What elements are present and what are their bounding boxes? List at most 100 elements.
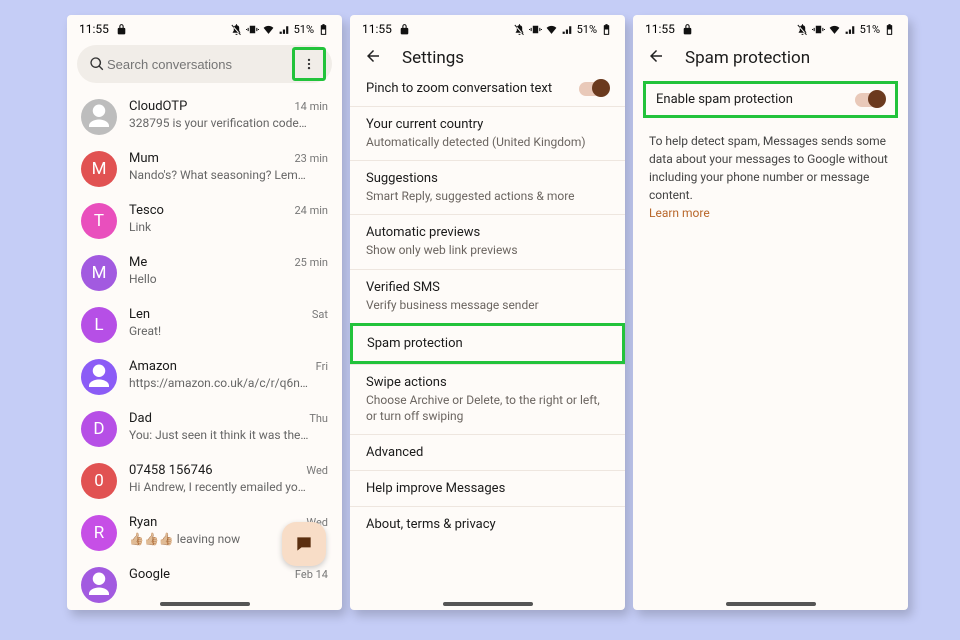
phone-settings: 11:55 51% Settings Pinch to zoom convers… bbox=[350, 15, 625, 610]
conversation-snippet: Great! bbox=[129, 324, 309, 338]
conversation-snippet: Nando's? What seasoning? Lem… bbox=[129, 168, 309, 182]
conversation-row[interactable]: LLenSatGreat! bbox=[67, 299, 342, 351]
nav-handle[interactable] bbox=[726, 602, 816, 606]
settings-toggle[interactable] bbox=[579, 82, 609, 96]
conversation-time: Fri bbox=[316, 360, 328, 373]
lock-icon bbox=[681, 23, 694, 36]
nav-handle[interactable] bbox=[443, 602, 533, 606]
avatar bbox=[81, 99, 117, 135]
avatar: M bbox=[81, 255, 117, 291]
avatar: R bbox=[81, 515, 117, 551]
page-title: Settings bbox=[402, 48, 464, 68]
conversation-name: Tesco bbox=[129, 203, 164, 218]
search-bar[interactable] bbox=[77, 45, 332, 83]
settings-item-title: Suggestions bbox=[366, 171, 609, 186]
avatar bbox=[81, 359, 117, 395]
status-icons: 51% bbox=[796, 23, 896, 36]
lock-icon bbox=[398, 23, 411, 36]
conversation-row[interactable]: MMe25 minHello bbox=[67, 247, 342, 299]
nav-handle[interactable] bbox=[160, 602, 250, 606]
settings-item[interactable]: Help improve Messages bbox=[350, 470, 625, 506]
dnd-icon bbox=[230, 23, 243, 36]
avatar bbox=[81, 567, 117, 603]
settings-item-title: Automatic previews bbox=[366, 225, 609, 240]
conversation-name: Amazon bbox=[129, 359, 177, 374]
learn-more-link[interactable]: Learn more bbox=[649, 206, 710, 220]
settings-item-title: Swipe actions bbox=[366, 375, 609, 390]
enable-spam-toggle[interactable] bbox=[855, 93, 885, 107]
conversation-name: Dad bbox=[129, 411, 152, 426]
conversation-name: Me bbox=[129, 255, 147, 270]
status-time: 11:55 bbox=[645, 22, 675, 36]
settings-item-subtitle: Choose Archive or Delete, to the right o… bbox=[366, 392, 609, 424]
conversation-name: Ryan bbox=[129, 515, 157, 530]
settings-item-subtitle: Smart Reply, suggested actions & more bbox=[366, 188, 609, 204]
settings-list: Pinch to zoom conversation text Your curr… bbox=[350, 77, 625, 542]
status-icons: 51% bbox=[513, 23, 613, 36]
settings-item-subtitle: Show only web link previews bbox=[366, 242, 609, 258]
app-bar: Settings bbox=[350, 43, 625, 77]
phone-conversations: 11:55 51% CloudOTP 14 min 328795 is your v… bbox=[67, 15, 342, 610]
battery-icon bbox=[600, 23, 613, 36]
avatar: D bbox=[81, 411, 117, 447]
conversation-row[interactable]: MMum23 minNando's? What seasoning? Lem… bbox=[67, 143, 342, 195]
conversation-name: 07458 156746 bbox=[129, 463, 213, 478]
battery-percent: 51% bbox=[860, 23, 880, 36]
settings-item[interactable]: About, terms & privacy bbox=[350, 506, 625, 542]
battery-percent: 51% bbox=[577, 23, 597, 36]
settings-item-title: Pinch to zoom conversation text bbox=[366, 81, 552, 96]
conversation-time: 14 min bbox=[295, 100, 329, 113]
conversation-name: Google bbox=[129, 567, 170, 582]
conversation-time: 24 min bbox=[295, 204, 329, 217]
conversation-snippet: https://amazon.co.uk/a/c/r/q6nHtwM… bbox=[129, 376, 309, 390]
app-bar: Spam protection bbox=[633, 43, 908, 77]
settings-item-title: Spam protection bbox=[367, 336, 608, 351]
dnd-icon bbox=[513, 23, 526, 36]
battery-icon bbox=[317, 23, 330, 36]
avatar: 0 bbox=[81, 463, 117, 499]
enable-spam-protection-row[interactable]: Enable spam protection bbox=[643, 81, 898, 118]
settings-item[interactable]: Pinch to zoom conversation text bbox=[350, 77, 625, 106]
compose-fab[interactable] bbox=[282, 522, 326, 566]
conversation-row[interactable]: CloudOTP 14 min 328795 is your verificatio… bbox=[67, 91, 342, 143]
conversation-row[interactable]: 007458 156746WedHi Andrew, I recently em… bbox=[67, 455, 342, 507]
status-bar: 11:55 51% bbox=[67, 15, 342, 43]
wifi-icon bbox=[545, 23, 558, 36]
settings-item[interactable]: Your current countryAutomatically detect… bbox=[350, 106, 625, 160]
back-button[interactable] bbox=[364, 47, 382, 69]
wifi-icon bbox=[262, 23, 275, 36]
vibrate-icon bbox=[529, 23, 542, 36]
conversation-snippet: 328795 is your verification code … bbox=[129, 116, 309, 130]
conversation-row[interactable]: T Tesco 24 min Link bbox=[67, 195, 342, 247]
overflow-menu-button[interactable] bbox=[292, 47, 326, 81]
settings-item[interactable]: Verified SMSVerify business message send… bbox=[350, 269, 625, 323]
conversation-row[interactable]: Amazon Fri https://amazon.co.uk/a/c/r/q6nH… bbox=[67, 351, 342, 403]
conversation-time: Wed bbox=[306, 464, 328, 477]
settings-item-subtitle: Verify business message sender bbox=[366, 297, 609, 313]
status-icons: 51% bbox=[230, 23, 330, 36]
settings-item[interactable]: Advanced bbox=[350, 434, 625, 470]
enable-spam-label: Enable spam protection bbox=[656, 92, 793, 107]
conversation-row[interactable]: DDadThuYou: Just seen it think it was th… bbox=[67, 403, 342, 455]
lock-icon bbox=[115, 23, 128, 36]
conversation-time: 25 min bbox=[295, 256, 329, 269]
conversation-snippet: You: Just seen it think it was the s… bbox=[129, 428, 309, 442]
settings-item[interactable]: Automatic previews Show only web link pre… bbox=[350, 214, 625, 268]
settings-item[interactable]: Spam protection bbox=[350, 323, 625, 364]
status-time: 11:55 bbox=[362, 22, 392, 36]
status-bar: 11:55 51% bbox=[633, 15, 908, 43]
settings-item[interactable]: Swipe actions Choose Archive or Delete, t… bbox=[350, 364, 625, 434]
signal-icon bbox=[561, 23, 574, 36]
vibrate-icon bbox=[246, 23, 259, 36]
avatar: T bbox=[81, 203, 117, 239]
back-button[interactable] bbox=[647, 47, 665, 69]
conversation-name: CloudOTP bbox=[129, 99, 187, 114]
settings-item[interactable]: Suggestions Smart Reply, suggested action… bbox=[350, 160, 625, 214]
search-icon bbox=[89, 56, 105, 72]
status-bar: 11:55 51% bbox=[350, 15, 625, 43]
conversation-snippet: Link bbox=[129, 220, 309, 234]
conversation-name: Mum bbox=[129, 151, 159, 166]
settings-item-title: About, terms & privacy bbox=[366, 517, 609, 532]
conversation-time: Feb 14 bbox=[295, 568, 328, 581]
search-input[interactable] bbox=[105, 56, 292, 73]
